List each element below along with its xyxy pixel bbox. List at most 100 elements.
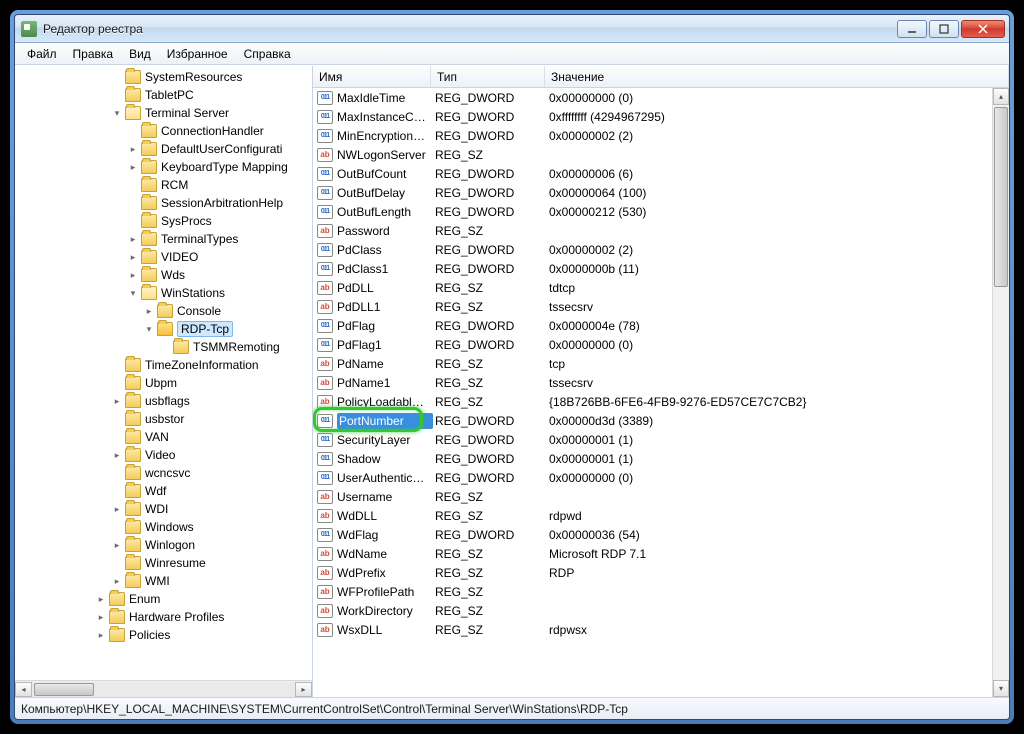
value-row[interactable]: MaxIdleTimeREG_DWORD0x00000000 (0): [313, 88, 992, 107]
value-row[interactable]: PortNumberREG_DWORD0x00000d3d (3389): [313, 411, 992, 430]
scroll-right-icon[interactable]: ▸: [295, 682, 312, 697]
tree-node[interactable]: ▸WDI: [15, 500, 312, 518]
tree-node[interactable]: ▸Hardware Profiles: [15, 608, 312, 626]
scroll-down-icon[interactable]: ▾: [993, 680, 1009, 697]
tree-hscrollbar[interactable]: ◂ ▸: [15, 680, 312, 697]
tree-node[interactable]: Winresume: [15, 554, 312, 572]
tree-node[interactable]: ▸usbflags: [15, 392, 312, 410]
expand-closed-icon[interactable]: ▸: [95, 594, 107, 605]
value-row[interactable]: OutBufCountREG_DWORD0x00000006 (6): [313, 164, 992, 183]
tree-node[interactable]: SysProcs: [15, 212, 312, 230]
tree-node[interactable]: ▸DefaultUserConfigurati: [15, 140, 312, 158]
maximize-button[interactable]: [929, 20, 959, 38]
column-type[interactable]: Тип: [431, 66, 545, 87]
tree-node[interactable]: ▾RDP-Tcp: [15, 320, 312, 338]
value-row[interactable]: PdClassREG_DWORD0x00000002 (2): [313, 240, 992, 259]
tree-node[interactable]: Windows: [15, 518, 312, 536]
tree-node[interactable]: usbstor: [15, 410, 312, 428]
expand-closed-icon[interactable]: ▸: [143, 306, 155, 317]
menu-file[interactable]: Файл: [19, 45, 65, 63]
expand-open-icon[interactable]: ▾: [143, 324, 155, 335]
tree-node[interactable]: ▸Console: [15, 302, 312, 320]
tree-node[interactable]: Wdf: [15, 482, 312, 500]
value-row[interactable]: NWLogonServerREG_SZ: [313, 145, 992, 164]
value-row[interactable]: MaxInstanceCo...REG_DWORD0xffffffff (429…: [313, 107, 992, 126]
value-row[interactable]: OutBufDelayREG_DWORD0x00000064 (100): [313, 183, 992, 202]
expand-closed-icon[interactable]: ▸: [127, 234, 139, 245]
tree-node[interactable]: ConnectionHandler: [15, 122, 312, 140]
tree-node[interactable]: TSMMRemoting: [15, 338, 312, 356]
value-row[interactable]: PolicyLoadableP...REG_SZ{18B726BB-6FE6-4…: [313, 392, 992, 411]
tree-node[interactable]: ▸VIDEO: [15, 248, 312, 266]
value-row[interactable]: WFProfilePathREG_SZ: [313, 582, 992, 601]
value-row[interactable]: WdFlagREG_DWORD0x00000036 (54): [313, 525, 992, 544]
value-row[interactable]: UsernameREG_SZ: [313, 487, 992, 506]
tree-node[interactable]: ▸Policies: [15, 626, 312, 644]
value-row[interactable]: OutBufLengthREG_DWORD0x00000212 (530): [313, 202, 992, 221]
expand-closed-icon[interactable]: ▸: [111, 504, 123, 515]
tree-node[interactable]: ▸KeyboardType Mapping: [15, 158, 312, 176]
tree-node[interactable]: VAN: [15, 428, 312, 446]
value-row[interactable]: WdDLLREG_SZrdpwd: [313, 506, 992, 525]
expand-closed-icon[interactable]: ▸: [111, 396, 123, 407]
value-row[interactable]: MinEncryptionL...REG_DWORD0x00000002 (2): [313, 126, 992, 145]
value-row[interactable]: PdClass1REG_DWORD0x0000000b (11): [313, 259, 992, 278]
expand-open-icon[interactable]: ▾: [111, 108, 123, 119]
tree-node[interactable]: Ubpm: [15, 374, 312, 392]
column-value[interactable]: Значение: [545, 66, 1009, 87]
tree-node[interactable]: ▸Video: [15, 446, 312, 464]
expand-closed-icon[interactable]: ▸: [127, 270, 139, 281]
tree-node[interactable]: ▸Enum: [15, 590, 312, 608]
scroll-left-icon[interactable]: ◂: [15, 682, 32, 697]
value-row[interactable]: PdNameREG_SZtcp: [313, 354, 992, 373]
tree-node[interactable]: ▸WMI: [15, 572, 312, 590]
value-row[interactable]: PdDLLREG_SZtdtcp: [313, 278, 992, 297]
tree-node[interactable]: ▸Wds: [15, 266, 312, 284]
tree-node[interactable]: TabletPC: [15, 86, 312, 104]
expand-closed-icon[interactable]: ▸: [127, 162, 139, 173]
expand-closed-icon[interactable]: ▸: [111, 576, 123, 587]
registry-tree[interactable]: SystemResourcesTabletPC▾Terminal ServerC…: [15, 66, 312, 646]
vscroll-thumb[interactable]: [994, 107, 1008, 287]
value-row[interactable]: WorkDirectoryREG_SZ: [313, 601, 992, 620]
expand-closed-icon[interactable]: ▸: [111, 540, 123, 551]
column-name[interactable]: Имя: [313, 66, 431, 87]
list-vscrollbar[interactable]: ▴ ▾: [992, 88, 1009, 697]
value-row[interactable]: WsxDLLREG_SZrdpwsx: [313, 620, 992, 639]
value-row[interactable]: PdFlagREG_DWORD0x0000004e (78): [313, 316, 992, 335]
value-row[interactable]: SecurityLayerREG_DWORD0x00000001 (1): [313, 430, 992, 449]
value-row[interactable]: PdDLL1REG_SZtssecsrv: [313, 297, 992, 316]
scroll-up-icon[interactable]: ▴: [993, 88, 1009, 105]
value-row[interactable]: PdFlag1REG_DWORD0x00000000 (0): [313, 335, 992, 354]
value-row[interactable]: UserAuthenticat...REG_DWORD0x00000000 (0…: [313, 468, 992, 487]
tree-node[interactable]: ▾Terminal Server: [15, 104, 312, 122]
value-row[interactable]: PdName1REG_SZtssecsrv: [313, 373, 992, 392]
menu-favorites[interactable]: Избранное: [159, 45, 236, 63]
menu-help[interactable]: Справка: [236, 45, 299, 63]
value-list[interactable]: MaxIdleTimeREG_DWORD0x00000000 (0)MaxIns…: [313, 88, 992, 639]
tree-node[interactable]: ▾WinStations: [15, 284, 312, 302]
tree-node[interactable]: SystemResources: [15, 68, 312, 86]
tree-node[interactable]: wcncsvc: [15, 464, 312, 482]
expand-closed-icon[interactable]: ▸: [127, 144, 139, 155]
minimize-button[interactable]: [897, 20, 927, 38]
value-row[interactable]: WdNameREG_SZMicrosoft RDP 7.1: [313, 544, 992, 563]
tree-node[interactable]: TimeZoneInformation: [15, 356, 312, 374]
menu-view[interactable]: Вид: [121, 45, 159, 63]
expand-closed-icon[interactable]: ▸: [95, 612, 107, 623]
tree-node[interactable]: RCM: [15, 176, 312, 194]
value-row[interactable]: PasswordREG_SZ: [313, 221, 992, 240]
menu-edit[interactable]: Правка: [65, 45, 122, 63]
tree-node[interactable]: ▸TerminalTypes: [15, 230, 312, 248]
expand-closed-icon[interactable]: ▸: [95, 630, 107, 641]
value-row[interactable]: WdPrefixREG_SZRDP: [313, 563, 992, 582]
tree-node[interactable]: SessionArbitrationHelp: [15, 194, 312, 212]
expand-open-icon[interactable]: ▾: [127, 288, 139, 299]
value-row[interactable]: ShadowREG_DWORD0x00000001 (1): [313, 449, 992, 468]
expand-closed-icon[interactable]: ▸: [111, 450, 123, 461]
tree-node[interactable]: ▸Winlogon: [15, 536, 312, 554]
expand-closed-icon[interactable]: ▸: [127, 252, 139, 263]
hscroll-thumb[interactable]: [34, 683, 94, 696]
titlebar[interactable]: Редактор реестра: [15, 15, 1009, 43]
close-button[interactable]: [961, 20, 1005, 38]
